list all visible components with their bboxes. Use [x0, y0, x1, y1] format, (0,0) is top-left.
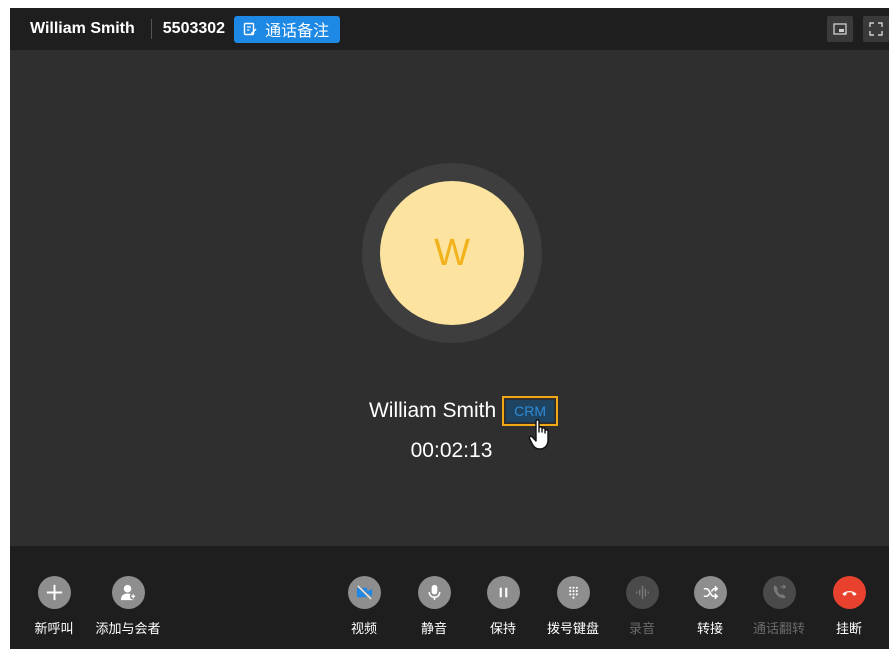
pause-icon [499, 587, 507, 598]
new-call-button[interactable]: 新呼叫 [19, 576, 89, 637]
call-window: William Smith 5503302 通话备注 W William Smi… [10, 8, 889, 649]
audio-wave-icon [635, 585, 649, 600]
title-caller-name: William Smith [30, 20, 135, 37]
note-edit-icon [243, 22, 257, 36]
video-off-icon [356, 584, 372, 601]
add-person-icon [120, 584, 137, 601]
picture-in-picture-button[interactable] [827, 16, 853, 42]
mute-label: 静音 [420, 621, 447, 636]
hangup-label: 挂断 [835, 621, 862, 636]
picture-in-picture-icon [833, 23, 847, 35]
add-participant-button[interactable]: 添加与会者 [93, 576, 163, 637]
transfer-button[interactable]: 转接 [675, 576, 745, 637]
title-caller-number: 5503302 [162, 20, 226, 37]
add-participant-label: 添加与会者 [95, 621, 161, 636]
phone-hangup-icon [841, 591, 857, 596]
shuffle-icon [703, 585, 718, 600]
caller-name: William Smith [368, 399, 497, 422]
call-flip-button[interactable]: 通话翻转 [744, 576, 814, 637]
fullscreen-icon [869, 22, 883, 36]
caller-avatar: W [380, 181, 524, 325]
dialpad-button[interactable]: 拨号键盘 [538, 576, 608, 637]
hold-button[interactable]: 保持 [468, 576, 538, 637]
mute-button[interactable]: 静音 [399, 576, 469, 637]
call-flip-label: 通话翻转 [752, 621, 805, 636]
title-bar: William Smith 5503302 通话备注 [10, 8, 889, 50]
video-label: 视频 [350, 621, 377, 636]
call-control-bar: 新呼叫 添加与会者 视频 静音 保持 拨号键盘 录音 转接 通话翻转 挂断 [10, 546, 889, 649]
record-label: 录音 [628, 621, 655, 636]
phone-flip-icon [773, 584, 786, 599]
dialpad-label: 拨号键盘 [546, 621, 599, 636]
call-notes-button[interactable]: 通话备注 [234, 15, 341, 43]
hangup-button[interactable]: 挂断 [814, 576, 884, 637]
window-controls [827, 16, 889, 42]
caller-info-row: William Smith CRM [24, 396, 889, 426]
hold-label: 保持 [489, 621, 516, 636]
avatar-ring: W [362, 163, 542, 343]
title-divider [150, 19, 152, 39]
new-call-label: 新呼叫 [34, 621, 74, 636]
record-button[interactable]: 录音 [607, 576, 677, 637]
video-button[interactable]: 视频 [329, 576, 399, 637]
dialpad-icon [568, 586, 578, 599]
call-notes-label: 通话备注 [265, 23, 330, 40]
plus-icon [46, 584, 62, 601]
transfer-label: 转接 [696, 621, 723, 636]
microphone-icon [428, 584, 440, 601]
avatar-initial: W [434, 231, 470, 274]
fullscreen-button[interactable] [863, 16, 889, 42]
call-duration: 00:02:13 [410, 439, 493, 462]
